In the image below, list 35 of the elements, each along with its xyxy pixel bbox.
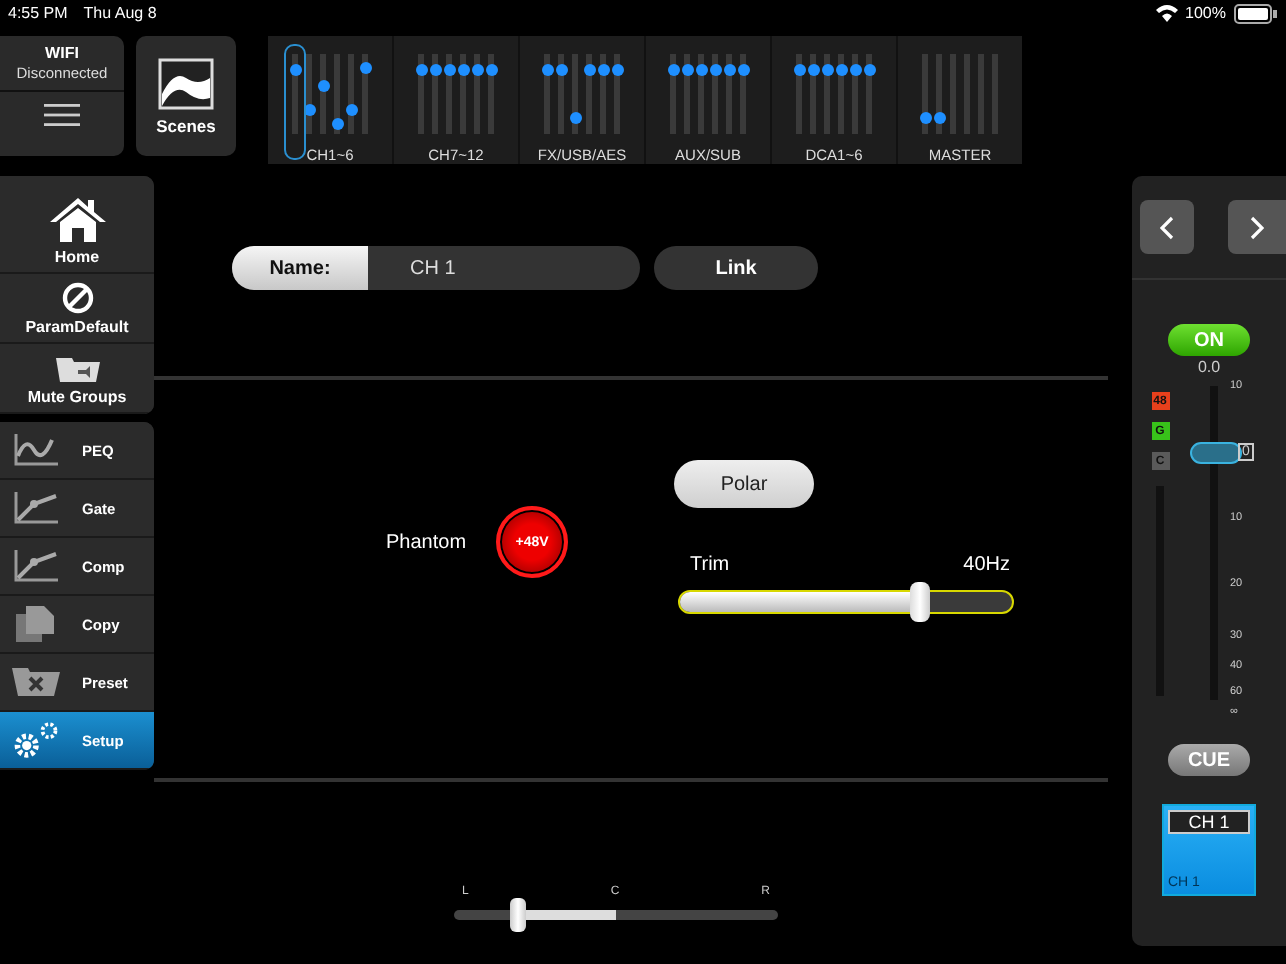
- fader-handle[interactable]: [1190, 441, 1242, 464]
- wifi-title: WIFI: [45, 44, 79, 62]
- battery-percent: 100%: [1185, 4, 1226, 22]
- trim-label: Trim: [690, 554, 730, 576]
- pan-slider[interactable]: [454, 898, 778, 932]
- previous-button[interactable]: [1140, 200, 1194, 254]
- phantom-label: Phantom: [386, 531, 467, 553]
- status-time: 4:55 PM: [8, 4, 68, 22]
- channel-name: CH 1: [1168, 810, 1250, 834]
- prohibited-icon: [61, 282, 93, 314]
- gain-reading: 0.0: [1197, 358, 1221, 376]
- nav-button[interactable]: Home: [0, 176, 154, 274]
- chevron-left-icon: [1160, 215, 1174, 239]
- status-date: Thu Aug 8: [83, 4, 157, 22]
- polar-button[interactable]: Polar: [674, 460, 814, 508]
- folder-icon: [53, 356, 101, 384]
- next-button[interactable]: [1228, 200, 1286, 254]
- name-field[interactable]: Name: CH 1: [232, 246, 640, 290]
- trim-slider[interactable]: [678, 582, 1014, 622]
- curve-icon: [10, 490, 62, 526]
- scenes-icon: [158, 57, 214, 109]
- trim-reading: 40Hz: [963, 554, 1010, 576]
- slider-thumb[interactable]: [909, 582, 930, 622]
- link-button[interactable]: Link: [654, 246, 818, 290]
- menu-icon[interactable]: [44, 104, 80, 126]
- scenes-button[interactable]: Scenes: [136, 36, 236, 156]
- eq-curve-icon: [10, 432, 62, 468]
- gears-icon: [10, 720, 62, 760]
- home-icon: [47, 196, 107, 244]
- chevron-right-icon: [1250, 215, 1264, 239]
- curve-icon: [10, 548, 62, 584]
- battery-icon: [1234, 3, 1278, 23]
- folder-icon: [10, 666, 62, 698]
- slider-thumb[interactable]: [510, 898, 527, 932]
- wifi-icon: [1155, 4, 1178, 22]
